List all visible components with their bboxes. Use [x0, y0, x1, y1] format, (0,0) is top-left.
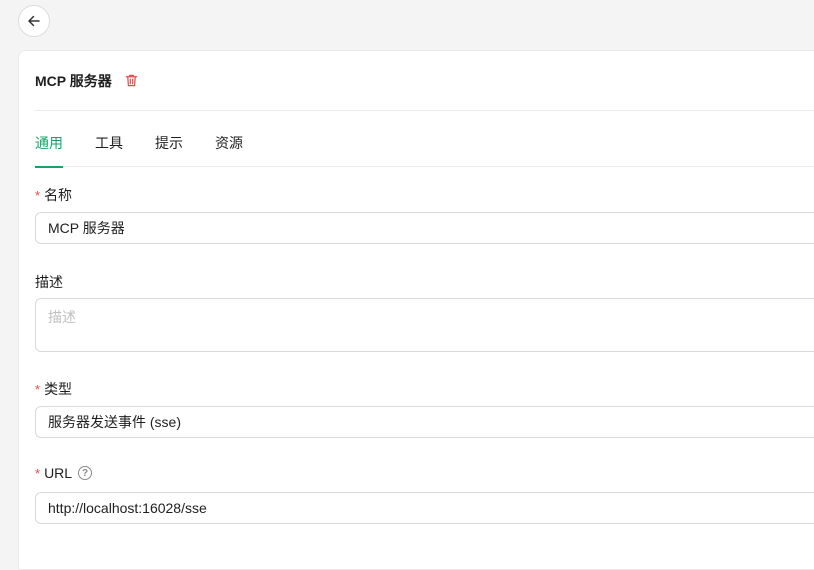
- card-header: MCP 服务器: [35, 51, 814, 111]
- type-label: * 类型: [35, 379, 72, 399]
- type-select[interactable]: 服务器发送事件 (sse): [35, 406, 814, 438]
- description-label: 描述: [35, 272, 63, 292]
- name-label-text: 名称: [44, 187, 73, 203]
- tab-tools[interactable]: 工具: [95, 121, 123, 167]
- back-button[interactable]: [18, 5, 50, 37]
- tab-general[interactable]: 通用: [35, 121, 63, 168]
- mcp-server-card: MCP 服务器 通用 工具 提示 资源 * 名称 描述 * 类型 服务器发送事件…: [18, 50, 814, 570]
- required-mark: *: [35, 465, 41, 481]
- description-textarea[interactable]: [35, 298, 814, 352]
- name-label: * 名称: [35, 185, 72, 205]
- required-mark: *: [35, 187, 41, 203]
- tab-resources[interactable]: 资源: [215, 121, 243, 167]
- tab-prompts[interactable]: 提示: [155, 121, 183, 167]
- required-mark: *: [35, 381, 41, 397]
- url-input[interactable]: [35, 492, 814, 524]
- page-title: MCP 服务器: [35, 72, 112, 89]
- question-circle-icon[interactable]: ?: [78, 466, 93, 480]
- arrow-left-icon: [28, 15, 40, 27]
- url-label-text: URL: [44, 465, 73, 481]
- type-select-value: 服务器发送事件 (sse): [48, 414, 181, 430]
- url-label: * URL ?: [35, 465, 93, 481]
- description-label-text: 描述: [35, 274, 63, 290]
- type-label-text: 类型: [44, 381, 73, 397]
- trash-icon: [125, 74, 138, 87]
- delete-button[interactable]: [124, 73, 140, 89]
- name-input[interactable]: [35, 212, 814, 244]
- tab-bar: 通用 工具 提示 资源: [35, 121, 814, 168]
